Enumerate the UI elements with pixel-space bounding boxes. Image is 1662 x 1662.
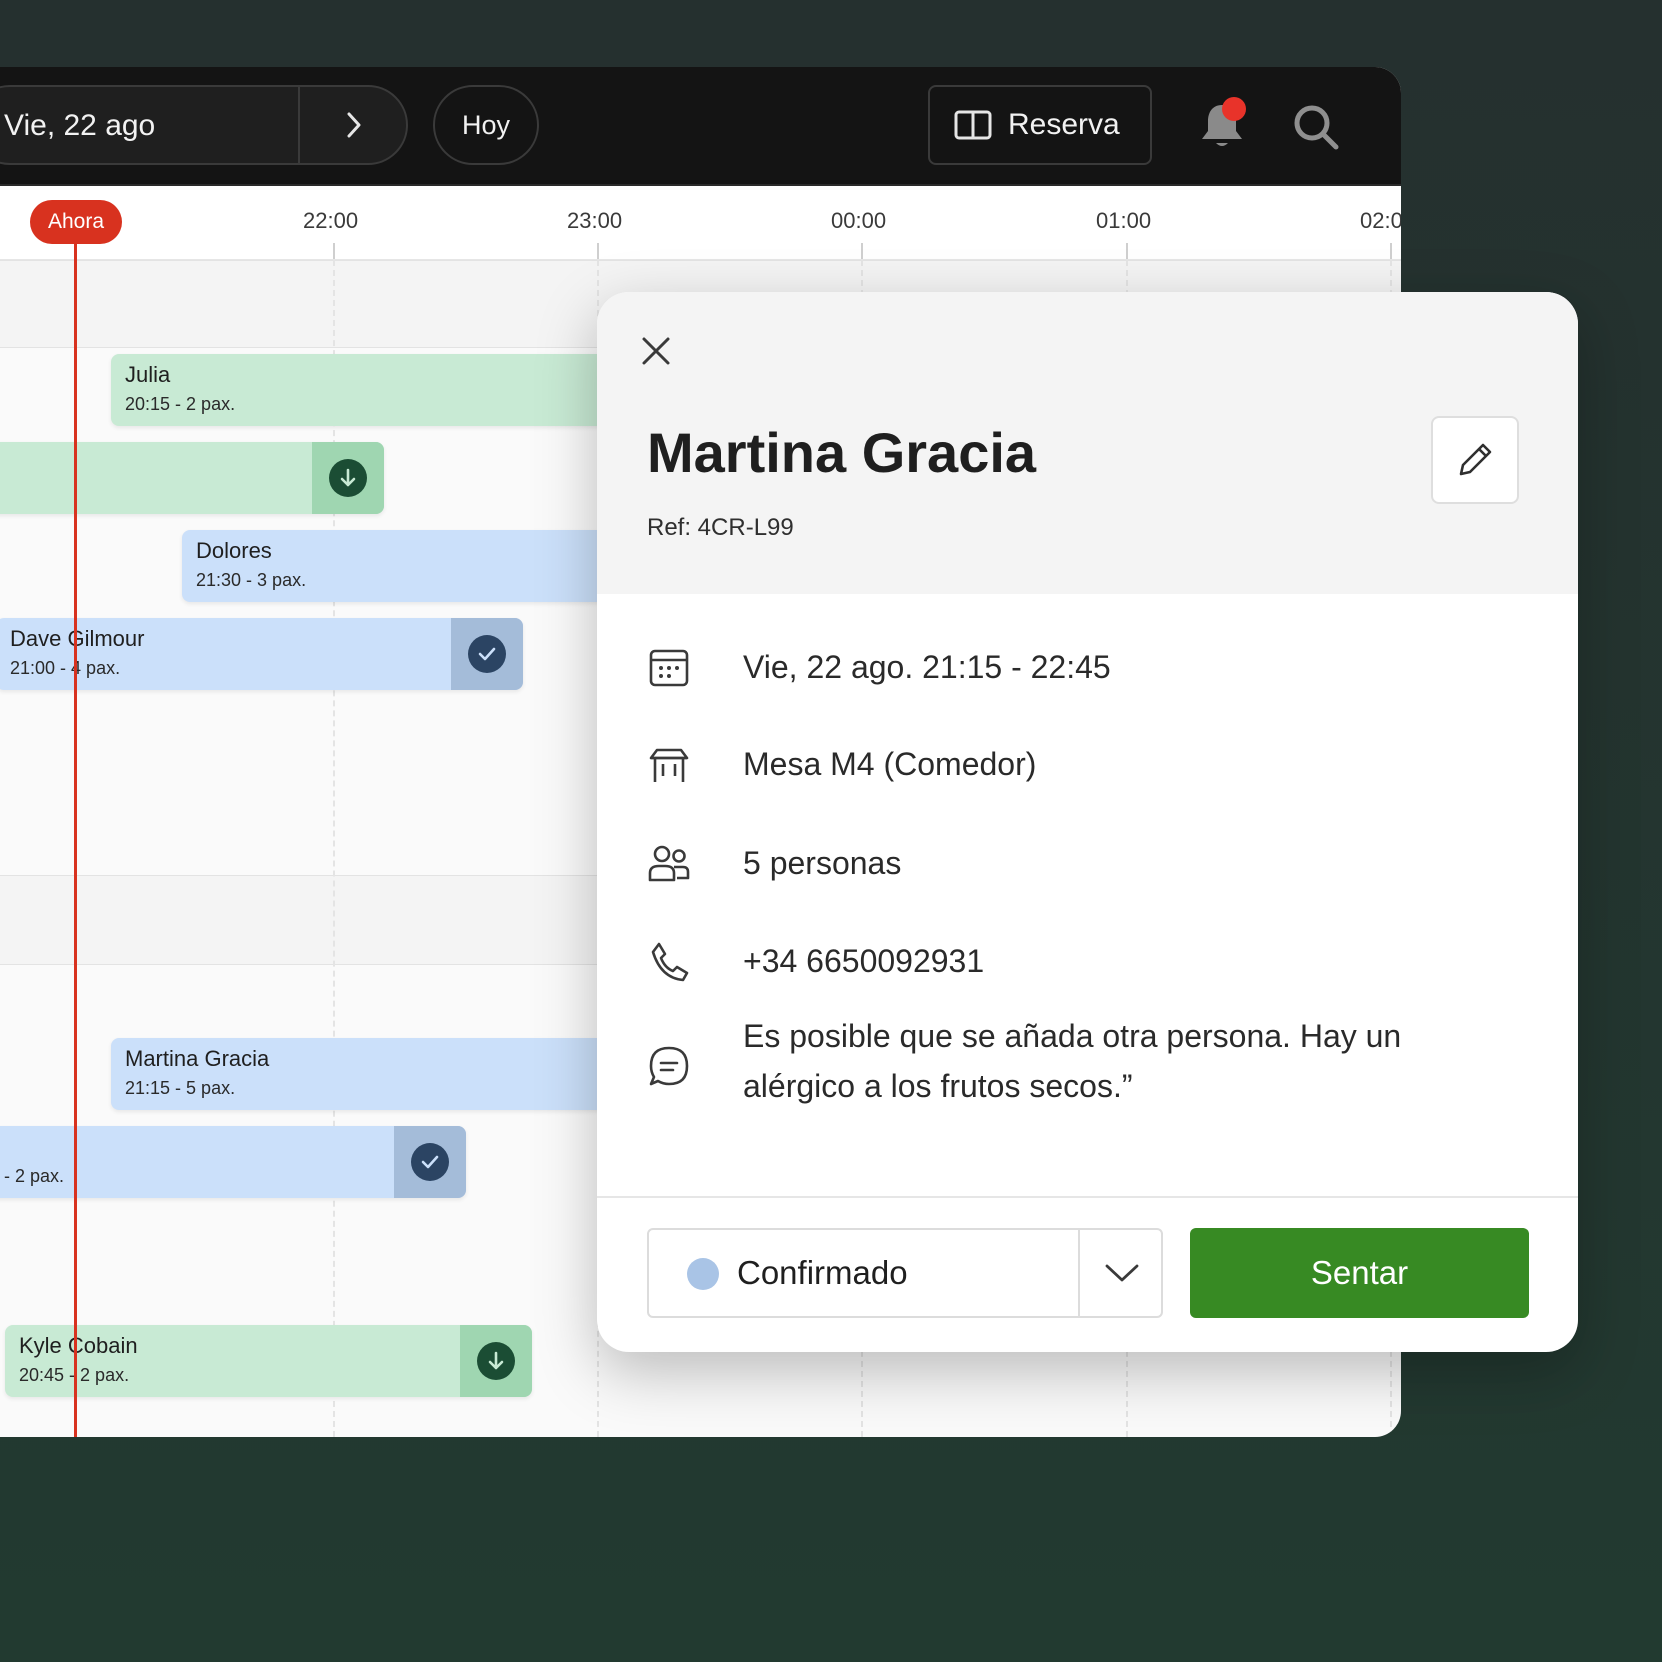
now-marker: Ahora [30, 200, 122, 244]
note-line-1: Es posible que se añada otra persona. Ha… [743, 1018, 1402, 1054]
tick-label: 01:00 [1096, 208, 1152, 233]
notification-dot [1222, 97, 1246, 121]
booking-bar[interactable]: Julia 20:15 - 2 pax. [111, 354, 671, 426]
reserva-label: Reserva [1008, 108, 1120, 141]
today-label: Hoy [461, 109, 510, 140]
arrow-down-icon [329, 459, 367, 497]
next-day-button[interactable] [302, 87, 406, 163]
search-icon[interactable] [1290, 101, 1342, 153]
tick-mark [1126, 243, 1128, 259]
detail-table: Mesa M4 (Comedor) [647, 744, 1036, 788]
booking-bar[interactable] [0, 442, 384, 514]
date-label: Vie, 22 ago [4, 109, 156, 142]
booking-meta: 20:15 - 2 pax. [125, 394, 236, 414]
tick-label: 00:00 [831, 208, 887, 233]
detail-phone: +34 6650092931 [647, 940, 984, 984]
tick-mark [333, 243, 335, 259]
booking-bar[interactable]: Martina Gracia 21:15 - 5 pax. [111, 1038, 651, 1110]
booking-meta: - 2 pax. [4, 1166, 65, 1186]
tick-label: 22:00 [303, 208, 359, 233]
people-text: 5 personas [743, 845, 902, 881]
top-bar: Vie, 22 ago Hoy Reserva [0, 67, 1401, 186]
today-button[interactable]: Hoy [433, 85, 539, 165]
tick-label: 23:00 [567, 208, 623, 233]
detail-datetime: Vie, 22 ago. 21:15 - 22:45 [647, 645, 1111, 689]
booking-action[interactable] [312, 442, 384, 514]
now-label: Ahora [47, 210, 105, 233]
booking-name: Martina Gracia [125, 1046, 270, 1071]
check-icon [468, 635, 506, 673]
reservation-detail-panel: Martina Gracia Ref: 4CR-L99 Vie, 22 ago.… [597, 292, 1578, 1352]
status-dot [687, 1258, 719, 1290]
table-icon [649, 748, 689, 782]
booking-name: Dave Gilmour [10, 626, 145, 651]
panel-divider [597, 1196, 1578, 1198]
datetime-text: Vie, 22 ago. 21:15 - 22:45 [743, 649, 1111, 685]
panel-header: Martina Gracia Ref: 4CR-L99 [597, 292, 1578, 594]
date-selector[interactable]: Vie, 22 ago [0, 85, 408, 165]
tick-label: 02:00 [1360, 208, 1401, 233]
booking-action[interactable] [451, 618, 523, 690]
tick-mark [597, 243, 599, 259]
booking-meta: 21:00 - 4 pax. [10, 658, 121, 678]
status-select[interactable]: Confirmado [647, 1228, 1163, 1318]
detail-note: Es posible que se añada otra persona. Ha… [647, 1018, 1401, 1104]
booking-action[interactable] [394, 1126, 466, 1198]
booking-bar[interactable]: Kyle Cobain 20:45 - 2 pax. [5, 1325, 532, 1397]
seat-label: Sentar [1310, 1254, 1409, 1291]
booking-name: Dolores [196, 538, 272, 563]
booking-name: Kyle Cobain [19, 1333, 138, 1358]
booking-meta: 21:30 - 3 pax. [196, 570, 307, 590]
now-line [74, 243, 77, 1437]
booking-bar[interactable]: Dave Gilmour 21:00 - 4 pax. [0, 618, 523, 690]
check-icon [411, 1143, 449, 1181]
booking-meta: 21:15 - 5 pax. [125, 1078, 236, 1098]
people-icon [648, 845, 690, 882]
chevron-right-icon [347, 112, 361, 138]
guest-name: Martina Gracia [647, 421, 1037, 484]
date-divider [298, 87, 300, 163]
edit-button[interactable] [1431, 416, 1519, 504]
status-dropdown-button[interactable] [1080, 1230, 1163, 1316]
grid-line [333, 260, 335, 1437]
arrow-down-icon [477, 1342, 515, 1380]
booking-bar[interactable]: - 2 pax. [0, 1126, 466, 1198]
calendar-icon [649, 649, 689, 687]
pencil-icon [1459, 443, 1492, 476]
booking-name: Julia [125, 362, 171, 387]
table-text: Mesa M4 (Comedor) [743, 746, 1037, 782]
booking-bar[interactable]: Dolores 21:30 - 3 pax. [182, 530, 642, 602]
phone-text: +34 6650092931 [743, 943, 985, 979]
note-line-2: alérgico a los frutos secos.” [743, 1068, 1133, 1104]
tick-mark [1390, 243, 1392, 259]
close-icon[interactable] [637, 332, 675, 370]
phone-icon [651, 942, 689, 982]
chat-bubble-icon [649, 1046, 689, 1086]
status-label: Confirmado [737, 1254, 908, 1291]
new-reservation-button[interactable]: Reserva [928, 85, 1152, 165]
booking-action[interactable] [460, 1325, 532, 1397]
chevron-down-icon [1105, 1264, 1138, 1282]
timeline-header [0, 186, 1401, 261]
seat-button[interactable]: Sentar [1190, 1228, 1529, 1318]
detail-people: 5 personas [647, 842, 901, 886]
tick-mark [861, 243, 863, 259]
book-icon [954, 110, 992, 140]
reservation-ref: Ref: 4CR-L99 [647, 514, 794, 541]
